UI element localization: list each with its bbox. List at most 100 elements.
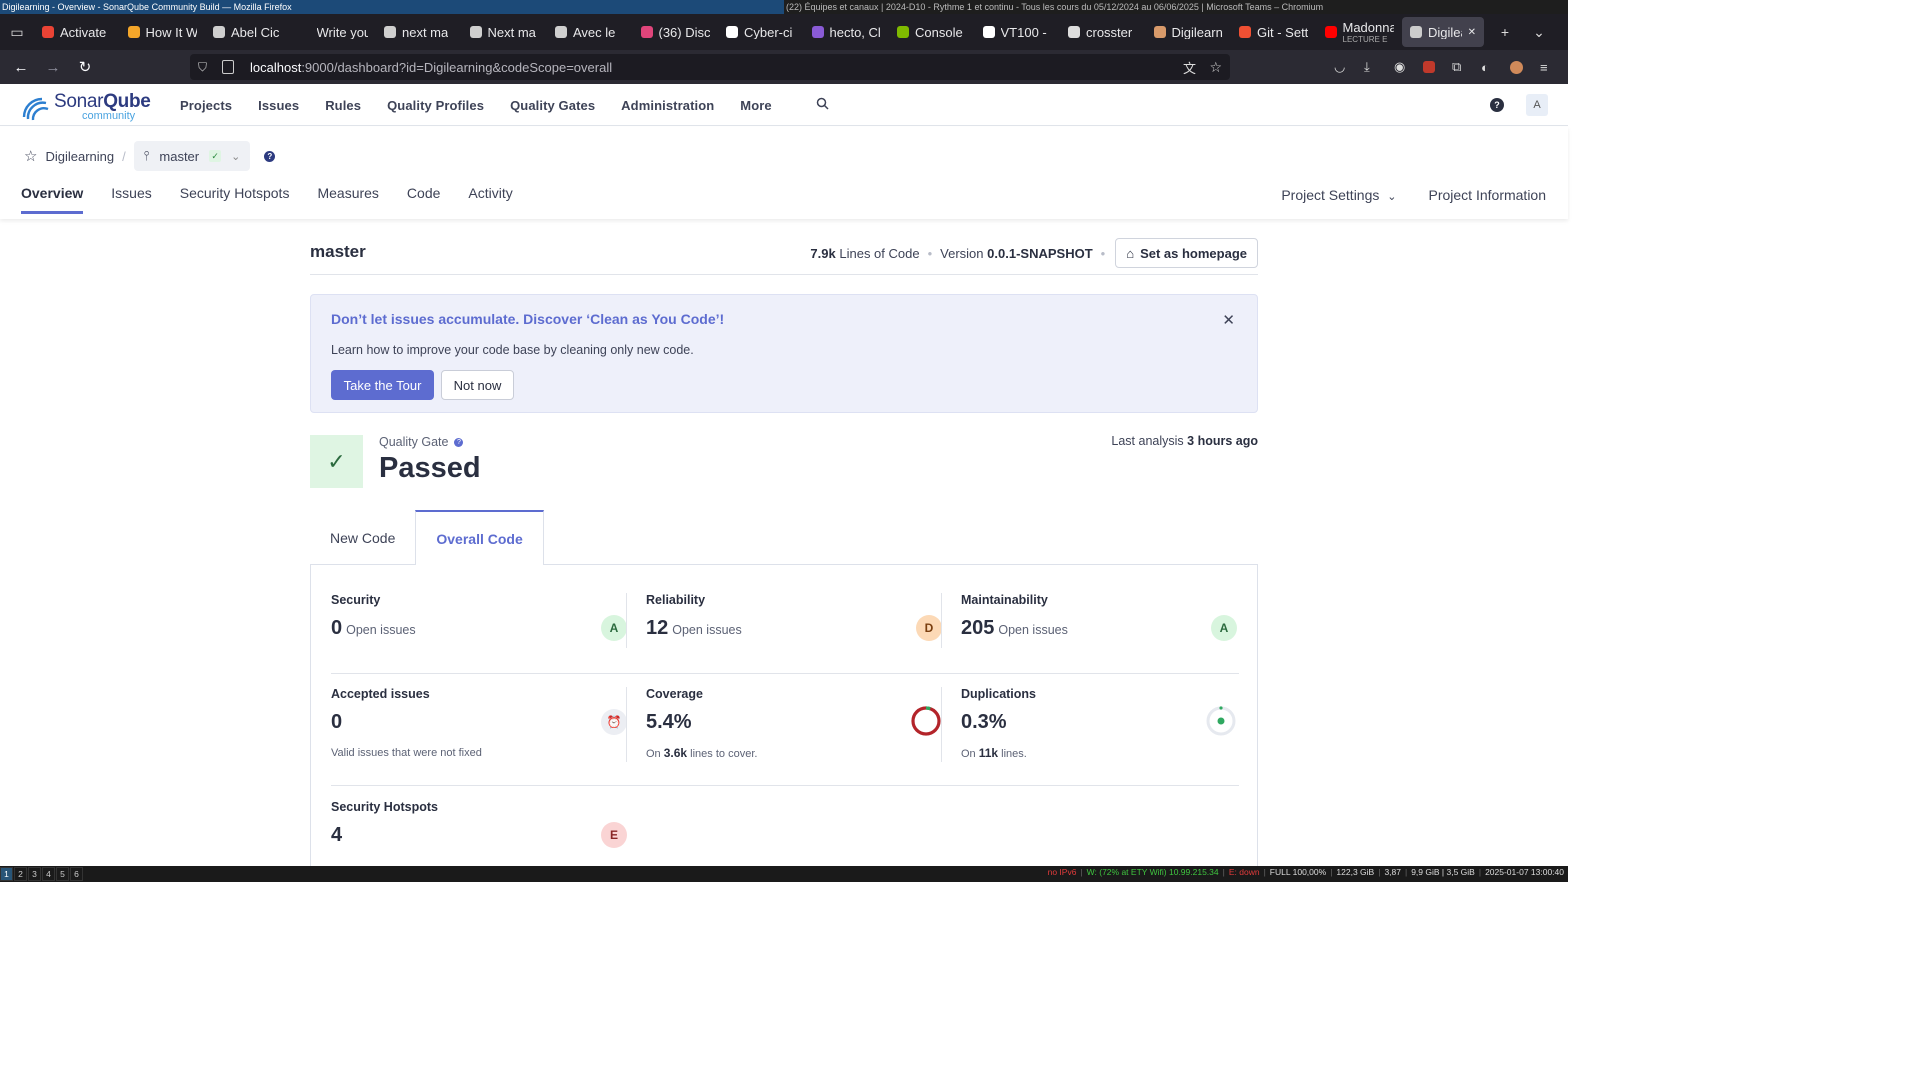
nav-administration[interactable]: Administration <box>621 98 714 113</box>
sonarqube-logo[interactable]: SonarQube community <box>20 89 151 122</box>
nav-issues[interactable]: Issues <box>258 98 299 113</box>
browser-tab[interactable]: Activate <box>34 17 120 47</box>
reload-button[interactable]: ↻ <box>70 52 100 82</box>
close-icon[interactable]: ✕ <box>1222 311 1235 329</box>
browser-tab[interactable]: Cyber-ci <box>718 17 804 47</box>
tab-overview[interactable]: Overview <box>21 185 84 214</box>
workspace-button[interactable]: 6 <box>70 867 83 881</box>
favorite-star-icon[interactable]: ☆ <box>24 147 37 165</box>
help-icon[interactable]: ? <box>1490 98 1504 112</box>
downloads-icon[interactable]: ⤓ <box>1364 50 1370 84</box>
tab-code[interactable]: Code <box>407 185 440 214</box>
metric-subtitle: On 11k lines. <box>961 746 1027 760</box>
close-tab-icon[interactable]: ✕ <box>1468 27 1476 38</box>
breadcrumb-separator: / <box>122 148 126 164</box>
favicon-placeholder <box>299 26 311 38</box>
discord-icon <box>640 26 653 38</box>
take-tour-button[interactable]: Take the Tour <box>331 370 434 400</box>
project-information-link[interactable]: Project Information <box>1429 187 1547 203</box>
nav-rules[interactable]: Rules <box>325 98 361 113</box>
metric-subtitle: On 3.6k lines to cover. <box>646 746 758 760</box>
project-navigation: ☆ Digilearning / ⫯ master ✓ ⌄ ? Overview… <box>0 127 1568 219</box>
tracking-shield-icon[interactable]: ⛉ <box>198 60 212 75</box>
browser-tab[interactable]: Digilea ✕ <box>1402 17 1484 47</box>
browser-tab[interactable]: Next ma <box>462 17 548 47</box>
circle-icon <box>1068 26 1080 38</box>
metric-title: Accepted issues <box>331 687 430 701</box>
extension-avatar-icon[interactable] <box>1510 50 1523 84</box>
ublock-icon[interactable] <box>1423 50 1435 84</box>
metric-title: Duplications <box>961 687 1037 701</box>
nav-quality-profiles[interactable]: Quality Profiles <box>387 98 484 113</box>
project-tabs: Overview Issues Security Hotspots Measur… <box>21 185 541 214</box>
pocket-icon[interactable]: ◡ <box>1334 50 1345 84</box>
workspace-button[interactable]: 4 <box>42 867 55 881</box>
browser-tab[interactable]: (36) Disc <box>633 17 719 47</box>
tab-overview-icon[interactable]: ▭ <box>0 17 34 47</box>
browser-tab[interactable]: Write your <box>291 17 377 47</box>
youtube-icon <box>1324 26 1337 38</box>
accepted-issues-metric[interactable]: Accepted issues 0 Valid issues that were… <box>331 687 627 759</box>
duplications-metric[interactable]: Duplications 0.3% On 11k lines. <box>961 687 1237 760</box>
browser-tab[interactable]: Git - Sett <box>1231 17 1317 47</box>
branch-help-icon[interactable]: ? <box>264 150 276 162</box>
clock: 2025-01-07 13:00:40 <box>1485 867 1564 877</box>
browser-tab[interactable]: next ma <box>376 17 462 47</box>
security-metric[interactable]: Security 0 Open issues A <box>331 593 627 653</box>
menu-icon[interactable]: ≡ <box>1540 50 1548 84</box>
project-settings-menu[interactable]: Project Settings ⌄ <box>1281 187 1396 203</box>
not-now-button[interactable]: Not now <box>441 370 514 400</box>
url-text[interactable]: localhost:9000/dashboard?id=Digilearning… <box>250 60 612 75</box>
browser-tab[interactable]: Madonna LECTURE E <box>1317 17 1403 47</box>
browser-tab[interactable]: How It W <box>120 17 206 47</box>
workspace-button[interactable]: 1 <box>0 867 13 881</box>
tab-overall-code[interactable]: Overall Code <box>415 510 544 565</box>
metric-value: 0 Open issues <box>331 617 416 639</box>
forward-button[interactable]: → <box>38 52 68 82</box>
maintainability-metric[interactable]: Maintainability 205 Open issues A <box>961 593 1237 653</box>
back-button[interactable]: ← <box>6 52 36 82</box>
browser-tab[interactable]: Console <box>889 17 975 47</box>
tab-issues[interactable]: Issues <box>111 185 151 214</box>
coverage-metric[interactable]: Coverage 5.4% On 3.6k lines to cover. <box>646 687 942 760</box>
browser-tab[interactable]: VT100 - <box>975 17 1061 47</box>
extension-moon-icon[interactable]: ◐ <box>1481 50 1489 84</box>
url-bar[interactable]: ⛉ localhost:9000/dashboard?id=Digilearni… <box>190 54 1230 80</box>
reliability-metric[interactable]: Reliability 12 Open issues D <box>646 593 942 653</box>
tab-activity[interactable]: Activity <box>468 185 512 214</box>
set-homepage-button[interactable]: ⌂ Set as homepage <box>1115 238 1258 268</box>
translate-icon[interactable]: 文 <box>1183 58 1196 77</box>
branch-selector[interactable]: ⫯ master ✓ ⌄ <box>133 141 251 171</box>
account-icon[interactable]: ◉ <box>1394 50 1405 84</box>
page-info-icon[interactable] <box>222 60 234 74</box>
quality-gate-help-icon[interactable]: ? <box>454 437 464 447</box>
workspace-button[interactable]: 3 <box>28 867 41 881</box>
ethernet-status: E: down <box>1228 867 1260 877</box>
list-all-tabs-icon[interactable]: ⌄ <box>1522 17 1556 47</box>
security-hotspots-metric[interactable]: Security Hotspots 4 E <box>331 800 627 860</box>
metric-title: Maintainability <box>961 593 1048 607</box>
tab-new-code[interactable]: New Code <box>310 510 415 565</box>
browser-tab-label: Write your <box>316 25 369 39</box>
browser-tab[interactable]: Avec le <box>547 17 633 47</box>
browser-tab[interactable]: Abel Cic <box>205 17 291 47</box>
browser-tab[interactable]: Digilearn <box>1146 17 1232 47</box>
browser-tab[interactable]: hecto, Cl <box>804 17 890 47</box>
bookmark-star-icon[interactable]: ☆ <box>1209 59 1222 76</box>
search-icon[interactable] <box>816 97 829 113</box>
user-avatar[interactable]: A <box>1526 94 1548 116</box>
new-tab-button[interactable]: + <box>1488 17 1522 47</box>
browser-tab-label: Madonna <box>1342 20 1395 35</box>
workspace-button[interactable]: 2 <box>14 867 27 881</box>
tab-measures[interactable]: Measures <box>317 185 378 214</box>
project-name-link[interactable]: Digilearning <box>45 149 114 164</box>
nav-quality-gates[interactable]: Quality Gates <box>510 98 595 113</box>
nav-more[interactable]: More <box>740 98 771 113</box>
workspace-button[interactable]: 5 <box>56 867 69 881</box>
extensions-icon[interactable]: ⧉ <box>1452 50 1461 84</box>
branch-name: master <box>159 148 200 164</box>
browser-tab[interactable]: crosster <box>1060 17 1146 47</box>
tab-security-hotspots[interactable]: Security Hotspots <box>180 185 290 214</box>
nav-projects[interactable]: Projects <box>180 98 232 113</box>
divider <box>941 593 942 648</box>
